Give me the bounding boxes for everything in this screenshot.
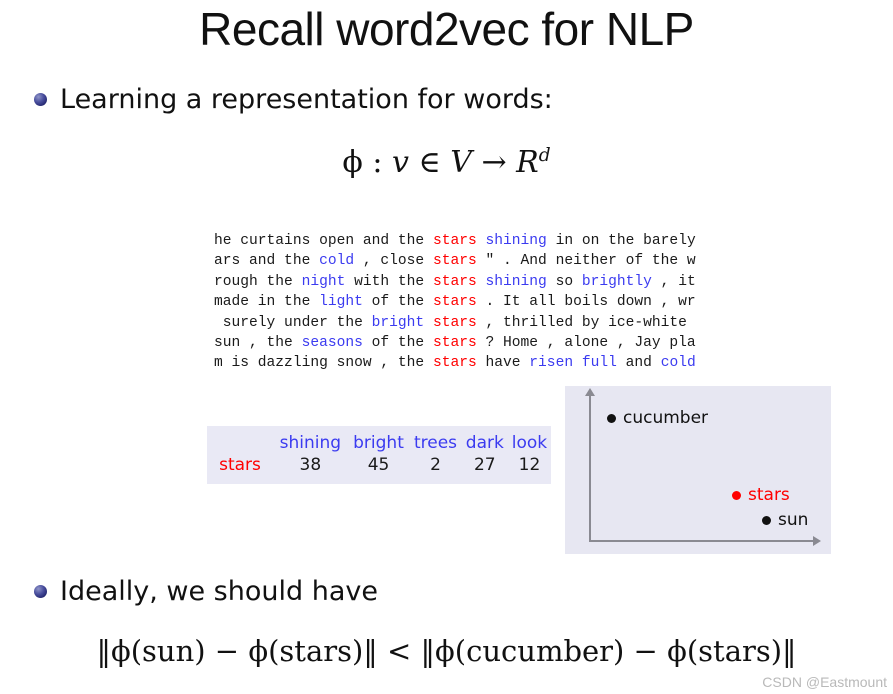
corpus-context-word: brightly [581, 273, 652, 290]
table-cell-count: 12 [518, 455, 541, 475]
corpus-line: sun , the seasons of the stars ? Home , … [214, 333, 696, 353]
corpus-plain-text [573, 355, 582, 371]
table-column-header: bright [353, 433, 404, 453]
table-cell-count: 38 [299, 455, 322, 475]
table-row-label: stars [219, 455, 261, 475]
page-title: Recall word2vec for NLP [199, 3, 694, 55]
x-axis-line [589, 540, 817, 542]
corpus-line: surely under the bright stars , thrilled… [214, 313, 696, 333]
y-axis-arrow-icon [585, 388, 595, 396]
corpus-plain-text: , close [354, 253, 433, 270]
vocab-symbol: V [450, 145, 472, 180]
corpus-target-word: stars [432, 294, 477, 311]
bullet-item-learning: Learning a representation for words: [34, 86, 553, 113]
table-corner-cell [207, 432, 273, 454]
corpus-context-word: full [581, 355, 617, 372]
table-cell-count: 2 [430, 455, 441, 475]
corpus-context-word: risen [529, 355, 574, 372]
corpus-plain-text: he curtains open and the [214, 233, 433, 249]
corpus-context-word: bright [371, 314, 425, 331]
corpus-line: ars and the cold , close stars " . And n… [214, 251, 696, 271]
corpus-plain-text: surely under the [214, 314, 372, 331]
bullet-dot-icon [34, 93, 47, 106]
corpus-target-word: stars [432, 233, 477, 249]
bullet-label: Ideally, we should have [60, 576, 378, 607]
watermark: CSDN @Eastmount [762, 674, 887, 690]
point-marker-icon [762, 515, 771, 525]
corpus-plain-text: in on the barely [546, 233, 696, 249]
corpus-target-word: stars [432, 314, 477, 331]
corpus-plain-text [477, 274, 486, 290]
corpus-plain-text: rough the [214, 273, 302, 290]
corpus-line: made in the light of the stars . It all … [214, 292, 696, 312]
colon-symbol: : [362, 145, 392, 180]
data-point-cucumber: cucumber [607, 408, 708, 428]
table-column-header: shining [279, 433, 342, 453]
corpus-plain-text: sun , the [214, 335, 302, 352]
corpus-sample-text: he curtains open and the stars shining i… [214, 231, 696, 374]
corpus-plain-text [424, 315, 433, 331]
point-label: stars [748, 485, 790, 505]
corpus-plain-text: with the [345, 273, 433, 290]
corpus-plain-text: , it [651, 273, 696, 290]
embedding-space-plot: cucumber stars sun [565, 386, 831, 554]
arrow-symbol: → [471, 145, 517, 180]
corpus-plain-text: ars and the [214, 253, 320, 270]
table-cell-count: 45 [367, 455, 390, 475]
point-marker-icon [732, 490, 741, 500]
corpus-plain-text: made in the [214, 294, 320, 311]
corpus-context-word: night [301, 273, 346, 290]
corpus-line: m is dazzling snow , the stars have rise… [214, 353, 696, 373]
corpus-plain-text: of the [362, 294, 433, 311]
y-axis-line [589, 394, 591, 542]
x-axis-arrow-icon [813, 536, 821, 546]
table-column-header: trees [413, 433, 458, 453]
table-row: stars 38 45 2 27 12 [207, 454, 551, 476]
table-cell-count: 27 [473, 455, 496, 475]
corpus-context-word: light [319, 294, 363, 311]
corpus-plain-text: and [616, 355, 661, 372]
corpus-target-word: stars [432, 273, 477, 290]
table-header-row: shining bright trees dark look [207, 432, 551, 454]
bullet-item-ideally: Ideally, we should have [34, 578, 378, 605]
corpus-context-word: seasons [301, 335, 363, 352]
bullet-dot-icon [34, 585, 47, 598]
corpus-target-word: stars [432, 355, 477, 372]
corpus-context-word: cold [319, 253, 355, 270]
distance-inequality-formula: ‖ϕ(sun) − ϕ(stars)‖ < ‖ϕ(cucumber) − ϕ(s… [96, 634, 797, 668]
corpus-line: he curtains open and the stars shining i… [214, 231, 696, 251]
table-column-header: look [511, 433, 548, 453]
count-table-grid: shining bright trees dark look stars 38 45 2 27… [207, 432, 551, 476]
corpus-target-word: stars [432, 253, 477, 270]
corpus-plain-text: , thrilled by ice-white [476, 314, 687, 331]
corpus-context-word: shining [485, 273, 547, 290]
v-symbol: v [392, 145, 409, 180]
corpus-target-word: stars [432, 335, 477, 352]
corpus-context-word: shining [485, 233, 547, 249]
table-column-header: dark [465, 433, 504, 453]
corpus-plain-text: . It all boils down , wr [476, 294, 696, 311]
data-point-sun: sun [762, 510, 808, 530]
corpus-plain-text: of the [362, 335, 433, 352]
point-marker-icon [607, 413, 616, 423]
data-point-stars: stars [732, 485, 790, 505]
corpus-context-word: cold [660, 355, 696, 372]
corpus-plain-text: m is dazzling snow , the [214, 355, 433, 372]
corpus-plain-text: " . And neither of the w [476, 253, 696, 270]
corpus-plain-text: ? Home , alone , Jay pla [476, 335, 696, 352]
cooccurrence-count-table: shining bright trees dark look stars 38 45 2 27… [207, 426, 551, 484]
mapping-formula: ϕ : v ∈ V → Rd [0, 145, 893, 180]
bullet-label: Learning a representation for words: [60, 84, 553, 115]
point-label: cucumber [623, 408, 709, 428]
dimension-exponent: d [538, 145, 551, 166]
corpus-plain-text: so [546, 273, 582, 290]
phi-symbol: ϕ [342, 145, 363, 180]
corpus-plain-text [477, 233, 486, 249]
element-of-symbol: ∈ [408, 145, 451, 180]
reals-symbol: R [516, 145, 539, 180]
corpus-plain-text: have [476, 355, 530, 372]
point-label: sun [778, 510, 809, 530]
corpus-line: rough the night with the stars shining s… [214, 272, 696, 292]
